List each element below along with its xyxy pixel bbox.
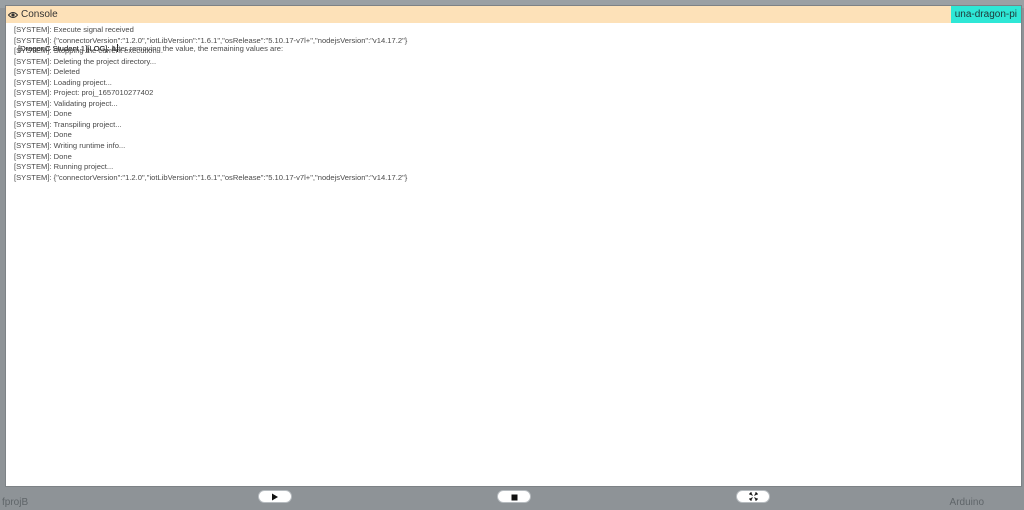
program-log-line: [DragonC Student 1][LOG]: b — [18, 44, 118, 53]
system-log-line: [SYSTEM]: {"connectorVersion":"1.2.0","i… — [14, 172, 408, 182]
system-log-line: [SYSTEM]: Done — [14, 130, 72, 140]
system-log-line: [SYSTEM]: Deleted — [14, 67, 80, 77]
stop-icon — [511, 488, 518, 506]
console-log[interactable]: [SYSTEM]: Execute signal received [SYSTEM… — [12, 25, 1002, 183]
system-log-line: [SYSTEM]: Loading project... — [14, 77, 112, 87]
eye-icon[interactable] — [8, 10, 18, 20]
console-header: Console una-dragon-pi — [6, 6, 1021, 23]
system-log-line: [SYSTEM]: Deleting the project directory… — [14, 56, 157, 66]
fit-screen-icon — [749, 488, 758, 506]
system-log-line: [SYSTEM]: Running project... — [14, 162, 114, 172]
play-icon — [271, 488, 279, 506]
stop-button[interactable] — [498, 491, 530, 502]
fit-screen-button[interactable] — [737, 491, 769, 502]
play-button[interactable] — [259, 491, 291, 502]
system-log-line: [SYSTEM]: Done — [14, 109, 72, 119]
system-log-line: [SYSTEM]: Writing runtime info... — [14, 141, 126, 151]
system-log-line: [SYSTEM]: Done — [14, 151, 72, 161]
console-title: Console — [21, 9, 58, 20]
system-log-line: [SYSTEM]: Validating project... — [14, 98, 118, 108]
system-log-line: [SYSTEM]: Execute signal received — [14, 25, 134, 34]
system-log-line: [SYSTEM]: Project: proj_1657010277402 — [14, 88, 154, 98]
console-controls — [0, 486, 1024, 510]
console-panel: Console una-dragon-pi [SYSTEM]: Execute … — [6, 6, 1021, 486]
system-log-line: [SYSTEM]: Transpiling project... — [14, 119, 122, 129]
device-badge: una-dragon-pi — [950, 6, 1021, 23]
text-caret — [116, 44, 118, 52]
